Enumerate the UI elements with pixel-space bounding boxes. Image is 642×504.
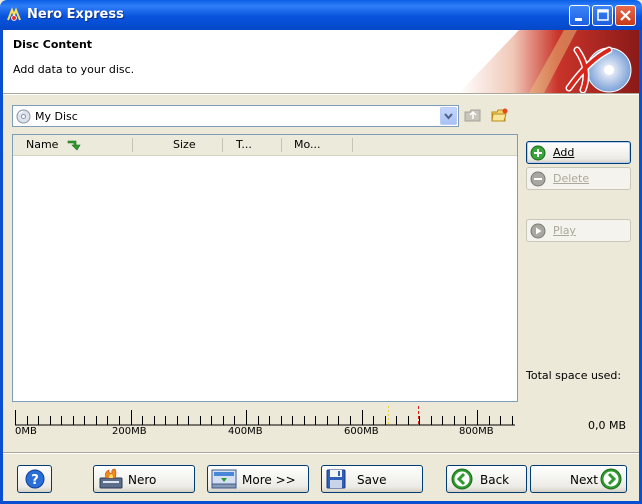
next-button[interactable]: Next — [530, 465, 627, 493]
nero-button[interactable]: Nero — [93, 465, 195, 493]
more-button-label: More >> — [242, 473, 296, 487]
column-divider[interactable] — [352, 138, 353, 152]
column-header-type[interactable]: T... — [236, 135, 252, 155]
nero-button-label: Nero — [128, 473, 157, 487]
play-icon — [530, 223, 546, 239]
play-button-label: Play — [553, 224, 576, 237]
svg-text:?: ? — [31, 473, 39, 488]
more-options-icon — [211, 469, 237, 489]
disc-selector[interactable]: My Disc — [12, 105, 459, 127]
footer-separator — [3, 452, 639, 454]
add-button-label: Add — [553, 146, 575, 159]
nero-express-window: Nero Express Disc Content Add data to yo… — [0, 0, 642, 504]
scale-label: 200MB — [112, 426, 147, 437]
chevron-down-icon — [444, 113, 453, 120]
help-button[interactable]: ? — [17, 465, 52, 493]
add-button[interactable]: Add — [526, 141, 631, 164]
close-icon — [620, 10, 631, 21]
save-icon — [326, 469, 346, 489]
capacity-scale: 0MB 200MB 400MB 600MB 800MB — [12, 406, 518, 438]
page-subtitle: Add data to your disc. — [13, 63, 135, 76]
save-button[interactable]: Save — [321, 465, 423, 493]
capacity-scale-ticks — [15, 406, 515, 426]
column-header-name[interactable]: Name — [26, 135, 58, 155]
window-border-left — [0, 30, 3, 504]
header-separator — [3, 93, 639, 95]
scale-label: 0MB — [15, 426, 37, 437]
more-button[interactable]: More >> — [207, 465, 309, 493]
arrow-right-icon — [600, 468, 622, 490]
maximize-button[interactable] — [592, 5, 613, 26]
delete-button[interactable]: Delete — [526, 167, 631, 190]
back-button[interactable]: Back — [446, 465, 527, 493]
total-space-label: Total space used: — [526, 369, 622, 382]
scale-label: 600MB — [344, 426, 379, 437]
disc-icon — [16, 109, 31, 124]
wizard-header: Disc Content Add data to your disc. — [3, 30, 639, 93]
sort-arrow-icon — [67, 140, 81, 151]
save-button-label: Save — [357, 473, 387, 487]
disc-selector-value: My Disc — [35, 110, 78, 123]
column-divider[interactable] — [222, 138, 223, 152]
scale-label: 400MB — [228, 426, 263, 437]
next-button-label: Next — [570, 473, 598, 487]
new-folder-icon[interactable] — [491, 107, 509, 123]
add-icon — [530, 145, 546, 161]
column-divider[interactable] — [281, 138, 282, 152]
column-header-modified[interactable]: Mo... — [294, 135, 321, 155]
page-title: Disc Content — [13, 38, 93, 51]
nero-logo-banner — [459, 30, 639, 93]
help-icon: ? — [25, 469, 45, 489]
window-title: Nero Express — [27, 7, 124, 22]
close-button[interactable] — [615, 5, 636, 26]
total-space-value: 0,0 MB — [588, 419, 627, 432]
folder-up-icon[interactable] — [464, 107, 482, 123]
file-list-header: Name Size T... Mo... — [13, 135, 517, 156]
nero-burn-icon — [99, 468, 123, 489]
nero-app-icon[interactable] — [6, 7, 22, 23]
arrow-left-icon — [451, 468, 473, 490]
delete-button-label: Delete — [553, 172, 590, 185]
column-header-size[interactable]: Size — [173, 135, 196, 155]
minimize-button[interactable] — [569, 5, 590, 26]
title-bar[interactable]: Nero Express — [0, 0, 642, 30]
maximize-icon — [597, 9, 609, 21]
back-button-label: Back — [480, 473, 510, 487]
file-list[interactable]: Name Size T... Mo... — [12, 134, 518, 402]
scale-label: 800MB — [459, 426, 494, 437]
delete-icon — [530, 171, 546, 187]
column-divider[interactable] — [132, 138, 133, 152]
disc-selector-dropdown-button[interactable] — [440, 107, 457, 125]
play-button[interactable]: Play — [526, 219, 631, 242]
minimize-icon — [575, 18, 582, 21]
